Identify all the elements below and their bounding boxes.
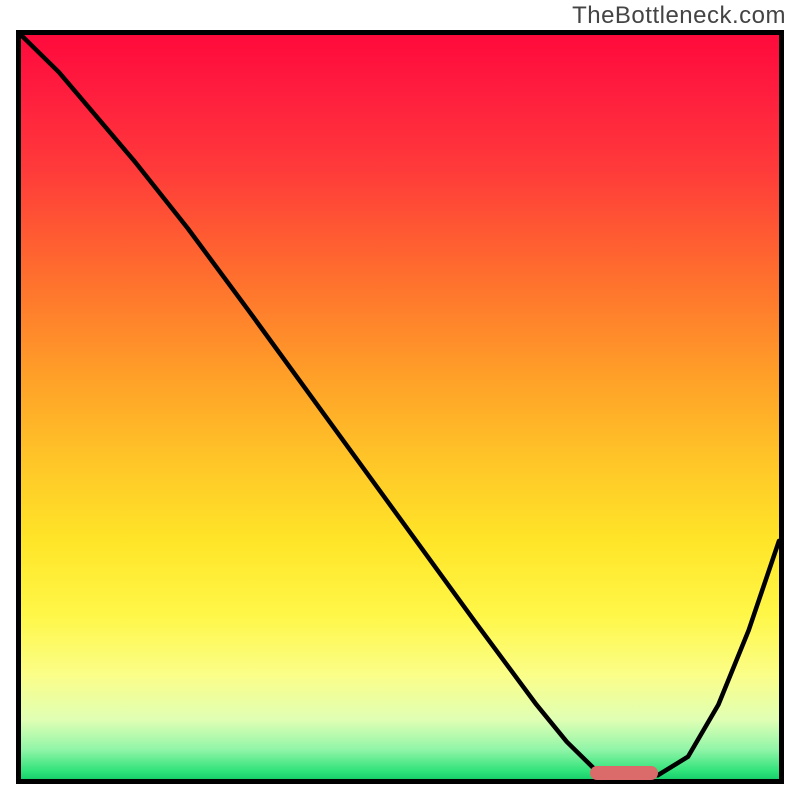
chart-container: TheBottleneck.com bbox=[0, 0, 800, 800]
chart-frame bbox=[16, 30, 784, 784]
watermark-text: TheBottleneck.com bbox=[572, 2, 786, 30]
chart-gradient-background bbox=[21, 35, 779, 779]
highlight-marker bbox=[590, 766, 658, 780]
